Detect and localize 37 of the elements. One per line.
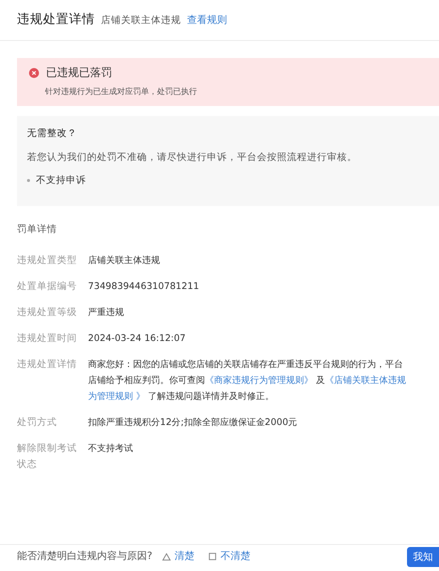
appeal-text: 若您认为我们的处罚不准确，请尽快进行申诉，平台会按照流程进行审核。 [27,151,358,164]
page-title: 违规处置详情 [17,11,95,28]
field-value: 2024-03-24 16:12:07 [88,333,186,344]
appeal-status: 不支持申诉 [36,174,86,187]
violation-type: 店铺关联主体违规 [101,14,181,27]
rule-link[interactable]: 《商家违规行为管理规则》 [205,375,313,386]
alert-title: 已违规已落罚 [46,65,112,80]
view-rules-link[interactable]: 查看规则 [187,13,227,27]
field-label: 处置单据编号 [17,280,78,294]
field-label: 解除限制考试状态 [17,442,78,472]
field-value: 7349839446310781211 [88,281,200,292]
field-value: 店铺关联主体违规 [88,255,160,266]
section-title: 罚单详情 [17,223,58,236]
rule-link[interactable]: 《店铺关联主体违规 [324,375,406,386]
field-label: 违规处置时间 [17,332,78,346]
triangle-icon [162,552,172,560]
rule-link[interactable]: 为管理规则 》 [88,391,145,402]
confirm-button[interactable]: 我知 [407,547,439,567]
appeal-title: 无需整改？ [27,127,78,140]
field-label: 违规处置类型 [17,254,78,268]
field-value: 扣除严重违规积分12分;扣除全部应缴保证金2000元 [88,417,298,428]
alert-message: 针对违规行为已生成对应罚单，处罚已执行 [45,86,198,97]
field-label: 违规处置等级 [17,306,78,320]
field-value: 及 [314,375,325,386]
feedback-option[interactable]: 不清楚 [204,549,254,563]
field-value: 严重违规 [88,307,124,318]
field-value: 不支持考试 [88,443,133,454]
field-value: 店铺给予相应判罚。你可查阅 [88,375,205,386]
bullet-dot [27,179,30,182]
field-label: 违规处置详情 [17,358,78,372]
field-label: 处罚方式 [17,416,58,430]
field-value: 商家您好：因您的店铺或您店铺的关联店铺存在严重违反平台规则的行为，平台 [88,359,403,370]
feedback-option[interactable]: 清楚 [158,549,198,563]
error-icon [29,68,39,78]
square-icon [208,552,218,560]
feedback-question: 能否清楚明白违规内容与原因? [17,550,152,563]
field-value: 了解违规问题详情并及时修正。 [146,391,274,402]
